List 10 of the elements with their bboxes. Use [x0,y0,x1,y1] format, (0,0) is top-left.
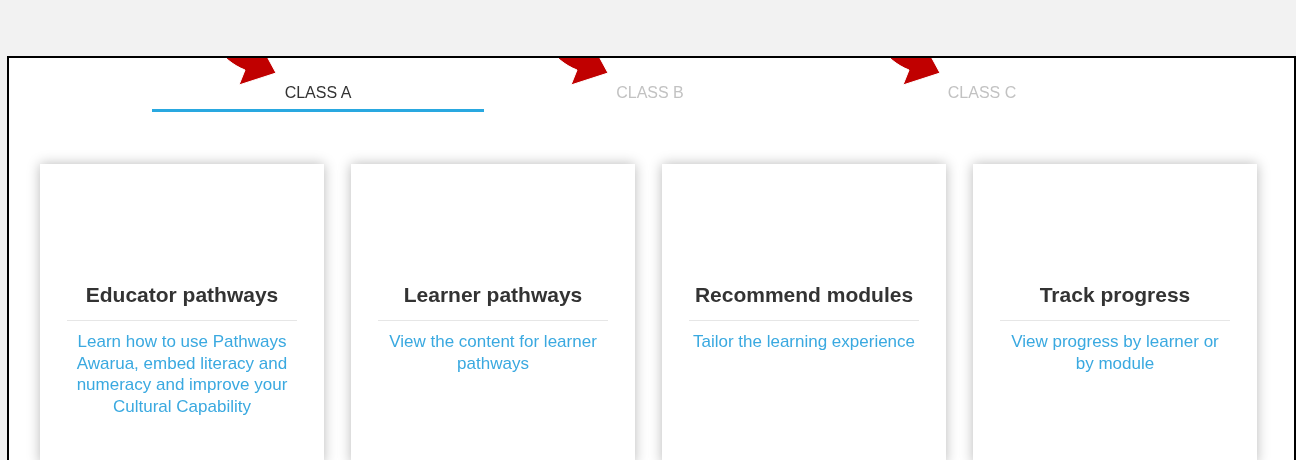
card-link[interactable]: View progress by learner or by module [1000,331,1230,374]
tab[interactable]: CLASS C [816,78,1148,112]
card-title: Recommend modules [689,282,919,321]
card-link[interactable]: View the content for learner pathways [378,331,608,374]
tab[interactable]: CLASS B [484,78,816,112]
card-title: Track progress [1000,282,1230,321]
card-link[interactable]: Tailor the learning experience [689,331,919,353]
card-title: Educator pathways [67,282,297,321]
card-link[interactable]: Learn how to use Pathways Awarua, embed literacy and numeracy and improve your Cultural Capability [67,331,297,417]
card-title: Learner pathways [378,282,608,321]
